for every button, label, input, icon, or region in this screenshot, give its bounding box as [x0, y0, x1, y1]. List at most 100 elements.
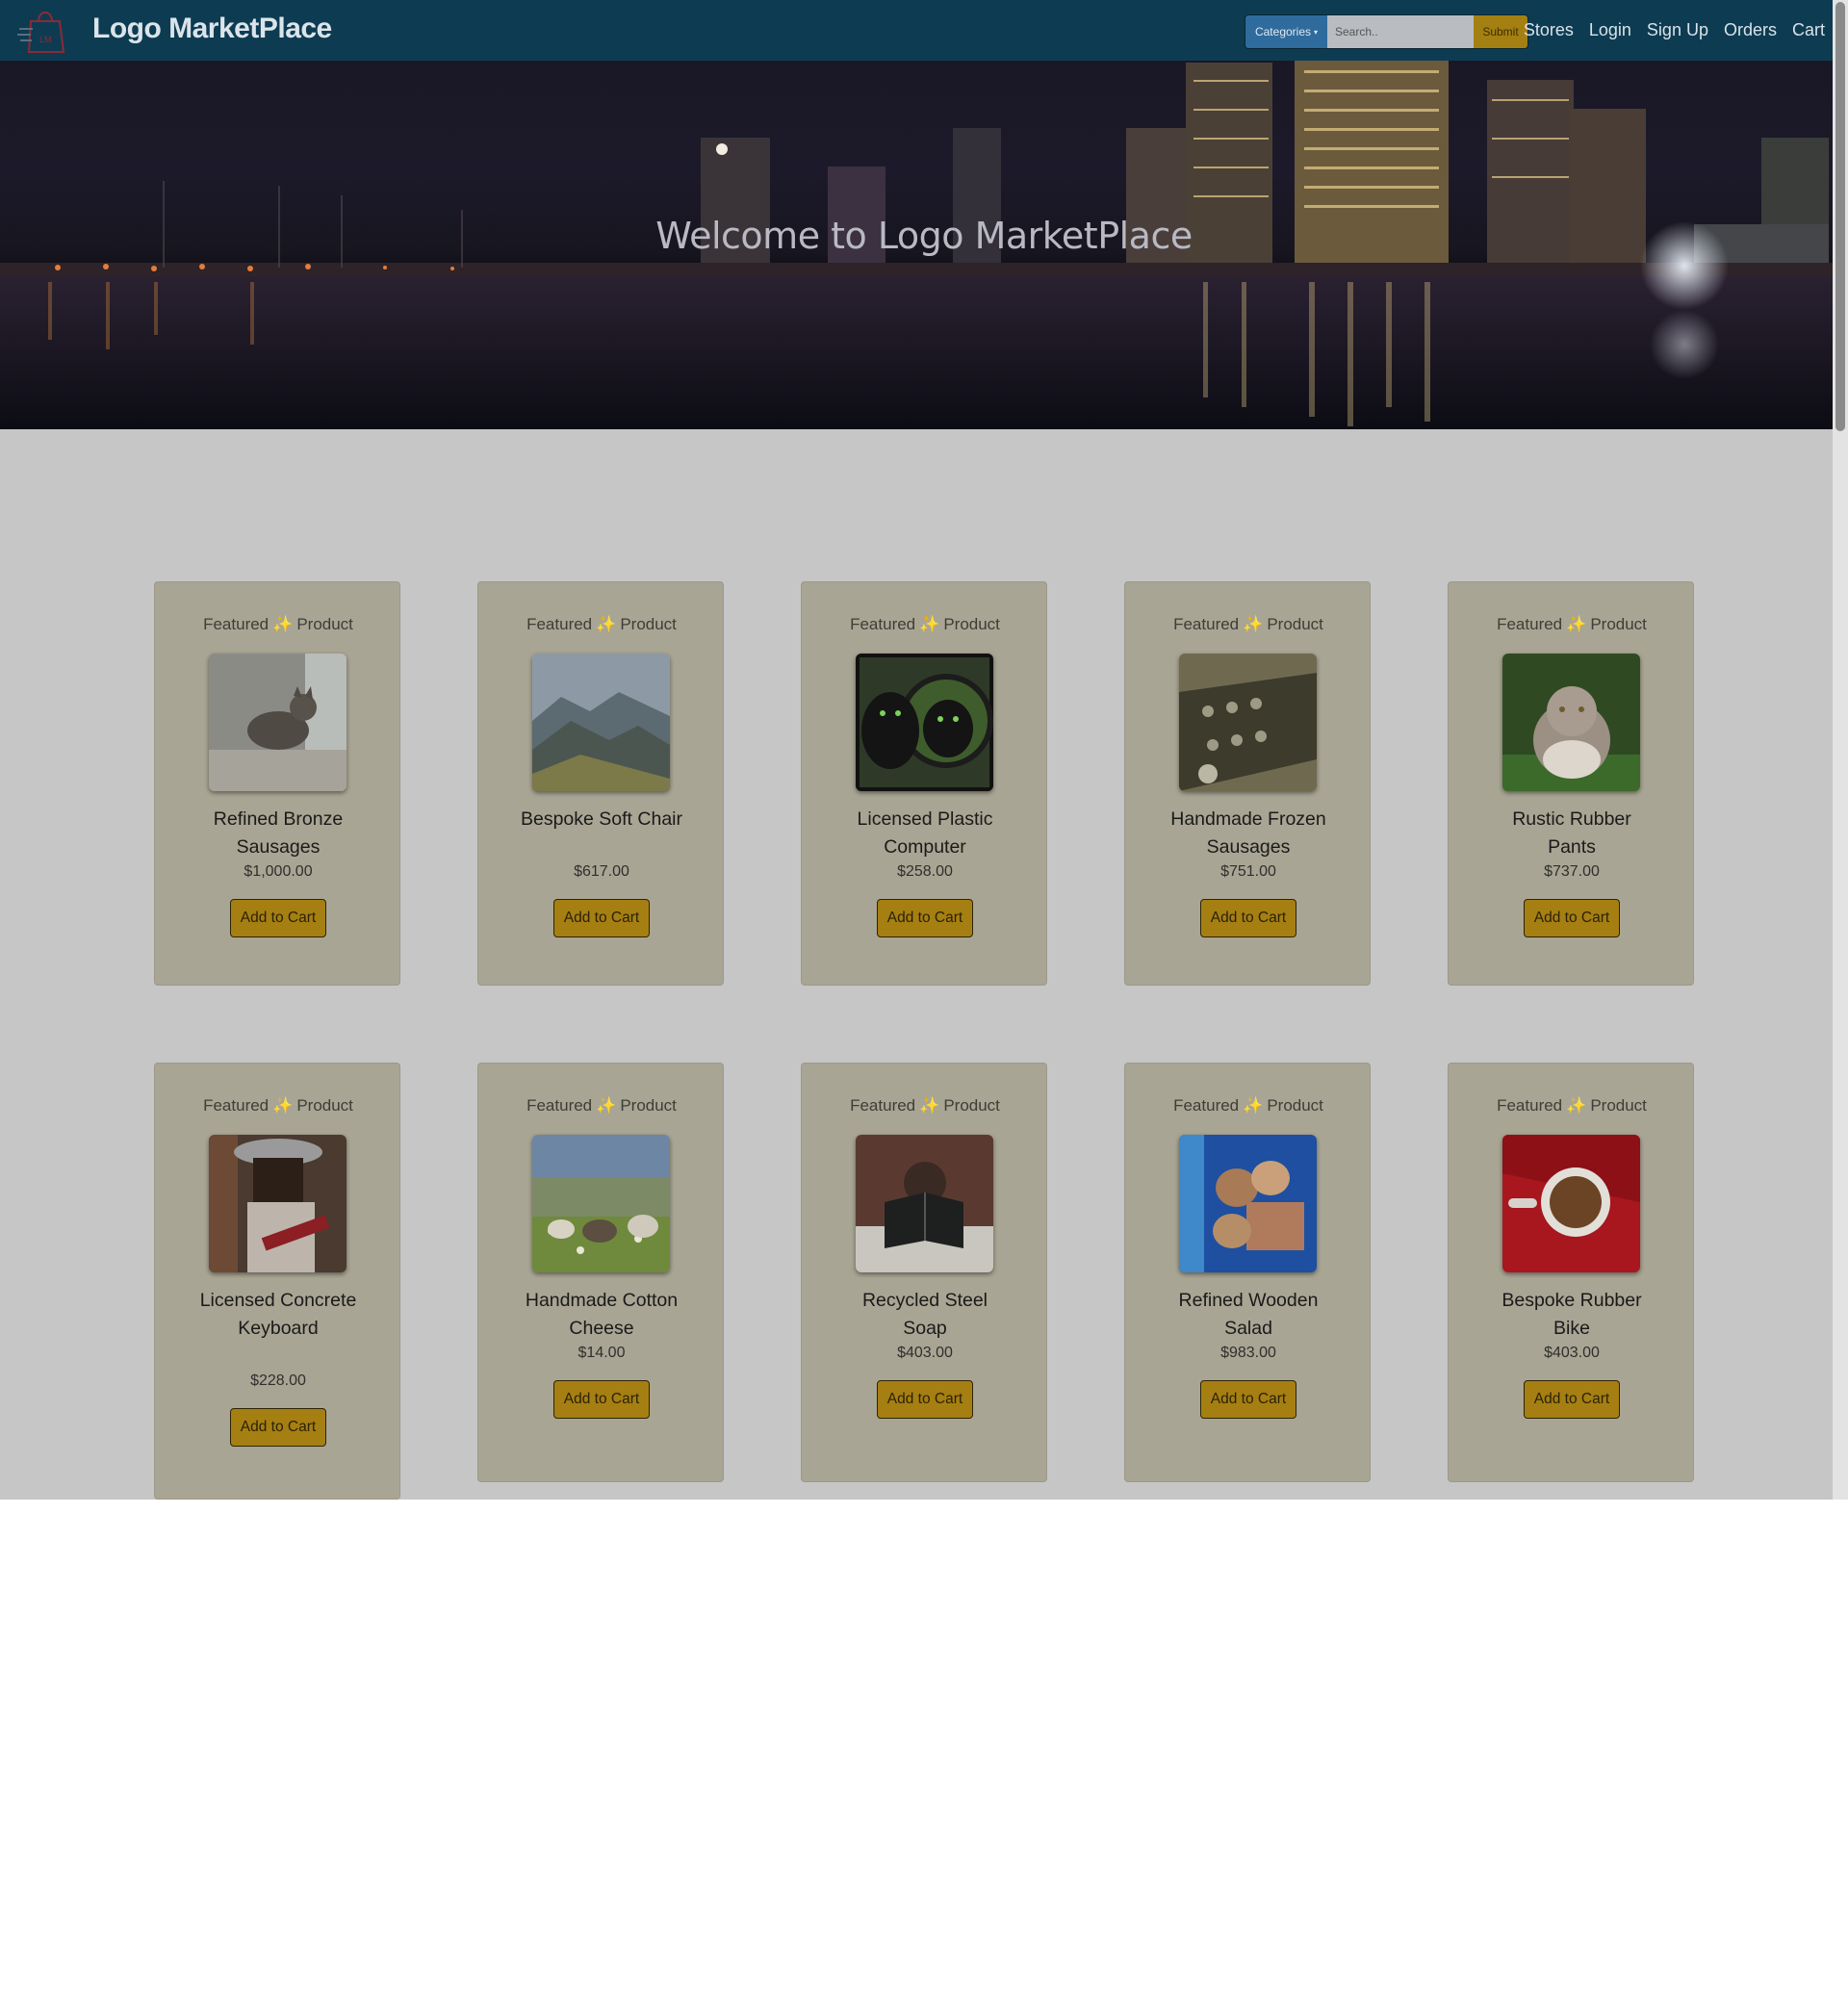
featured-badge: Featured ✨ Product [155, 615, 401, 634]
product-price: $1,000.00 [244, 863, 313, 880]
product-name[interactable]: Recycled Steel Soap [840, 1287, 1010, 1343]
product-card[interactable]: Featured ✨ Product Bespoke Rubber Bike $40… [1448, 1063, 1694, 1482]
product-name[interactable]: Bespoke Rubber Bike [1487, 1287, 1656, 1343]
add-to-cart-button[interactable]: Add to Cart [553, 1380, 650, 1419]
product-image[interactable] [856, 1135, 993, 1272]
sparkle-icon: ✨ [272, 1096, 294, 1115]
sparkle-icon: ✨ [596, 615, 617, 633]
add-to-cart-button[interactable]: Add to Cart [1524, 1380, 1620, 1419]
nav-link-cart[interactable]: Cart [1792, 20, 1825, 40]
add-to-cart-button[interactable]: Add to Cart [1524, 899, 1620, 937]
product-image[interactable] [1179, 654, 1317, 791]
product-image[interactable] [1502, 1135, 1640, 1272]
featured-label: Featured [526, 1096, 593, 1115]
featured-label: Featured [850, 1096, 916, 1115]
featured-label: Featured [1173, 1096, 1240, 1115]
product-card[interactable]: Featured ✨ Product Refined Bronze Sausages… [154, 581, 400, 986]
product-image[interactable] [1179, 1135, 1317, 1272]
product-card[interactable]: Featured ✨ Product Bespoke Soft Chair $617… [477, 581, 724, 986]
product-name[interactable]: Refined Wooden Salad [1164, 1287, 1333, 1343]
nav-link-orders[interactable]: Orders [1724, 20, 1777, 40]
add-to-cart-button[interactable]: Add to Cart [1200, 899, 1296, 937]
featured-label: Featured [203, 1096, 270, 1115]
product-name[interactable]: Handmade Cotton Cheese [517, 1287, 686, 1343]
nav-link-login[interactable]: Login [1589, 20, 1631, 40]
featured-badge: Featured ✨ Product [478, 615, 725, 634]
product-image[interactable] [1502, 654, 1640, 791]
featured-label: Featured [203, 615, 270, 633]
product-card[interactable]: Featured ✨ Product Licensed Concrete Keybo… [154, 1063, 400, 1500]
product-price: $737.00 [1544, 863, 1600, 880]
sparkle-icon: ✨ [1243, 615, 1264, 633]
product-name[interactable]: Licensed Plastic Computer [840, 806, 1010, 861]
product-price: $228.00 [250, 1372, 306, 1389]
search-input[interactable]: Search.. [1327, 15, 1474, 48]
featured-badge: Featured ✨ Product [1125, 615, 1372, 634]
sparkle-icon: ✨ [272, 615, 294, 633]
sparkle-icon: ✨ [596, 1096, 617, 1115]
featured-label: Featured [1497, 615, 1563, 633]
featured-label: Featured [1497, 1096, 1563, 1115]
product-card[interactable]: Featured ✨ Product Licensed Plastic Comput… [801, 581, 1047, 986]
add-to-cart-button[interactable]: Add to Cart [1200, 1380, 1296, 1419]
scrollbar-thumb[interactable] [1835, 2, 1845, 431]
sparkle-icon: ✨ [1243, 1096, 1264, 1115]
brand-title[interactable]: Logo MarketPlace [92, 8, 332, 50]
sparkle-icon: ✨ [1566, 615, 1587, 633]
product-image[interactable] [209, 1135, 346, 1272]
nav-link-sign-up[interactable]: Sign Up [1647, 20, 1708, 40]
product-card[interactable]: Featured ✨ Product Recycled Steel Soap $40… [801, 1063, 1047, 1482]
add-to-cart-button[interactable]: Add to Cart [230, 899, 326, 937]
featured-badge: Featured ✨ Product [1125, 1096, 1372, 1116]
product-label: Product [1590, 1096, 1647, 1115]
product-name[interactable]: Rustic Rubber Pants [1487, 806, 1656, 861]
product-card[interactable]: Featured ✨ Product Rustic Rubber Pants $73… [1448, 581, 1694, 986]
product-label: Product [620, 615, 677, 633]
sparkle-icon: ✨ [1566, 1096, 1587, 1115]
product-price: $751.00 [1220, 863, 1276, 880]
navbar: LM Logo MarketPlace Categories ▾ Search.… [0, 0, 1833, 62]
add-to-cart-button[interactable]: Add to Cart [553, 899, 650, 937]
product-label: Product [1267, 1096, 1323, 1115]
product-image[interactable] [209, 654, 346, 791]
hero-title: Welcome to Logo MarketPlace [655, 215, 1193, 257]
product-image[interactable] [856, 654, 993, 791]
product-label: Product [620, 1096, 677, 1115]
product-name[interactable]: Handmade Frozen Sausages [1164, 806, 1333, 861]
featured-badge: Featured ✨ Product [155, 1096, 401, 1116]
sparkle-icon: ✨ [919, 615, 940, 633]
product-price: $983.00 [1220, 1345, 1276, 1361]
product-name[interactable]: Refined Bronze Sausages [193, 806, 363, 861]
nav-link-stores[interactable]: Stores [1524, 20, 1574, 40]
featured-badge: Featured ✨ Product [802, 1096, 1048, 1116]
featured-label: Featured [850, 615, 916, 633]
featured-badge: Featured ✨ Product [478, 1096, 725, 1116]
search-placeholder: Search.. [1335, 25, 1378, 38]
page-overlay: LM Logo MarketPlace Categories ▾ Search.… [0, 0, 1833, 1500]
product-price: $14.00 [578, 1345, 626, 1361]
product-card[interactable]: Featured ✨ Product Handmade Frozen Sausage… [1124, 581, 1371, 986]
product-card[interactable]: Featured ✨ Product Refined Wooden Salad $9… [1124, 1063, 1371, 1482]
caret-down-icon: ▾ [1314, 27, 1319, 37]
nav-links: Stores Login Sign Up Orders Cart [1508, 0, 1825, 61]
add-to-cart-button[interactable]: Add to Cart [877, 899, 973, 937]
product-label: Product [296, 615, 353, 633]
featured-label: Featured [526, 615, 593, 633]
hero-banner: Welcome to Logo MarketPlace [0, 61, 1833, 429]
product-label: Product [943, 615, 1000, 633]
product-card[interactable]: Featured ✨ Product Handmade Cotton Cheese … [477, 1063, 724, 1482]
product-price: $403.00 [897, 1345, 953, 1361]
featured-badge: Featured ✨ Product [1449, 615, 1695, 634]
add-to-cart-button[interactable]: Add to Cart [230, 1408, 326, 1447]
logo-text: LM [39, 35, 52, 44]
shopping-bag-logo-icon[interactable]: LM [17, 6, 67, 54]
categories-dropdown[interactable]: Categories ▾ [1245, 15, 1327, 48]
product-name[interactable]: Licensed Concrete Keyboard [193, 1287, 363, 1343]
product-image[interactable] [532, 654, 670, 791]
product-price: $617.00 [574, 863, 629, 880]
featured-label: Featured [1173, 615, 1240, 633]
page-scrollbar[interactable] [1833, 0, 1848, 1500]
add-to-cart-button[interactable]: Add to Cart [877, 1380, 973, 1419]
product-name[interactable]: Bespoke Soft Chair [517, 806, 686, 834]
product-image[interactable] [532, 1135, 670, 1272]
